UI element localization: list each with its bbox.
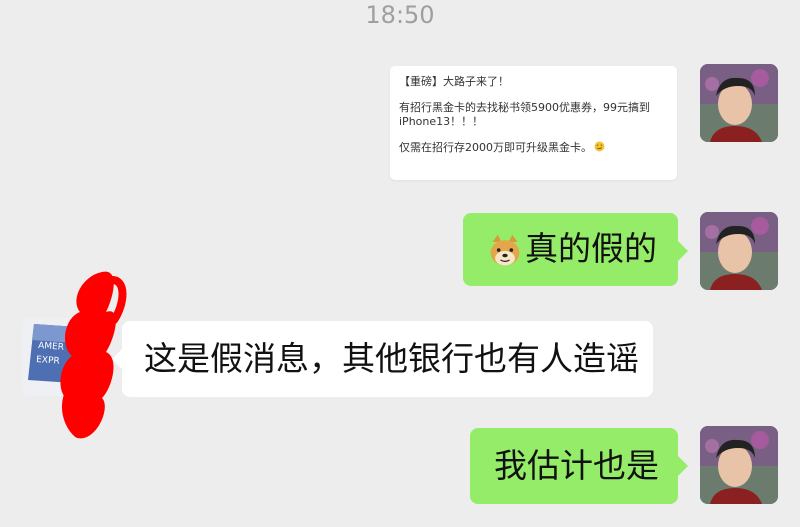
doge-emoji-icon: [487, 233, 523, 269]
contact-avatar[interactable]: AMER EXPR: [22, 318, 100, 396]
sent-message-bubble[interactable]: 真的假的: [463, 213, 688, 286]
received-message-text: 这是假消息，其他银行也有人造谣: [144, 339, 639, 378]
card-text-amer: AMER: [38, 341, 65, 353]
smirk-emoji-icon: [594, 141, 605, 152]
forwarded-message-card[interactable]: 【重磅】大路子来了！ 有招行黑金卡的去找秘书领5900优惠券，99元搞到 iPh…: [390, 66, 677, 180]
card-text-expr: EXPR: [36, 355, 60, 367]
card-line-headline: 【重磅】大路子来了！: [399, 75, 509, 88]
card-line-offer: 有招行黑金卡的去找秘书领5900优惠券，99元搞到: [399, 101, 650, 114]
sent-message-text: 我估计也是: [494, 446, 659, 485]
sent-message-text: 真的假的: [525, 229, 657, 268]
self-avatar[interactable]: [700, 426, 778, 504]
sent-message-bubble[interactable]: 我估计也是: [470, 428, 688, 504]
chat-timestamp: 18:50: [365, 1, 435, 29]
self-avatar[interactable]: [700, 212, 778, 290]
card-line-product: iPhone13！！！: [399, 115, 484, 128]
self-avatar[interactable]: [700, 64, 778, 142]
card-line-condition: 仅需在招行存2000万即可升级黑金卡。: [399, 141, 592, 154]
received-message-bubble[interactable]: 这是假消息，其他银行也有人造谣: [112, 321, 653, 397]
